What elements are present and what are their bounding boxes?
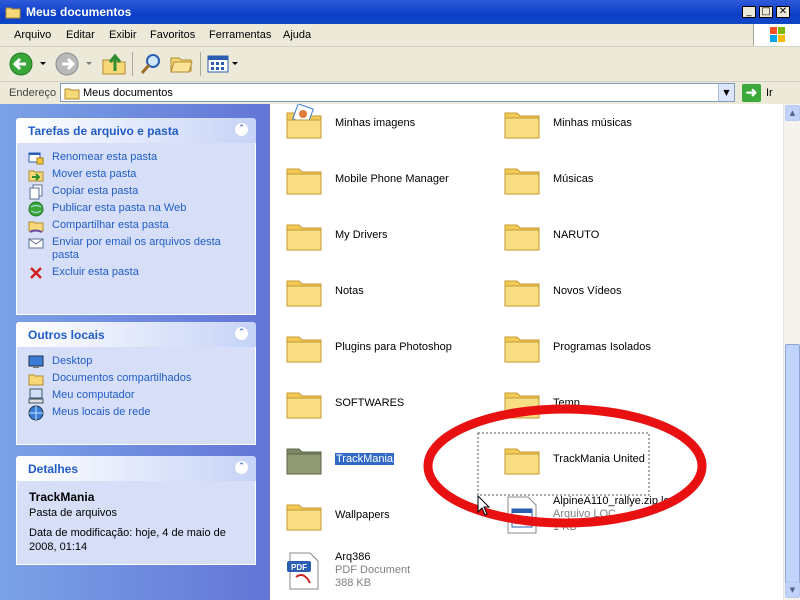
panel-body: Renomear esta pasta Mover esta pasta Cop… [16,143,256,315]
scroll-thumb[interactable] [785,344,800,584]
move-icon [28,170,44,182]
delete-icon [30,267,42,279]
other-places-panel: Outros locais ⌃ Desktop Documentos compa… [16,322,256,445]
task-label: Enviar por email os arquivos desta pasta [52,236,221,261]
place-label: Desktop [52,355,93,367]
views-button[interactable] [205,51,241,77]
red-highlight-ellipse [423,404,707,528]
menu-ferramentas[interactable]: Ferramentas [209,29,271,41]
close-button[interactable]: ✕ [776,6,790,18]
up-folder-icon [102,53,126,75]
views-icon [207,55,238,73]
task-label: Compartilhar esta pasta [52,219,169,231]
place-label: Meu computador [52,389,135,401]
rename-icon [28,152,44,165]
publish-icon [28,201,44,217]
folders-icon [170,57,193,73]
menu-exibir[interactable]: Exibir [109,29,137,41]
go-button[interactable]: ➜ [742,84,761,102]
desktop-icon [28,355,44,368]
network-icon [28,405,44,421]
task-label: Excluir esta pasta [52,266,139,278]
go-label[interactable]: Ir [766,87,773,99]
task-rename-folder[interactable]: Renomear esta pasta [17,149,255,166]
share-icon [28,221,44,233]
detail-item-name: TrackMania [29,490,95,504]
scroll-up-button[interactable]: ▲ [785,105,800,121]
panel-title: Detalhes [28,462,79,476]
task-copy-folder[interactable]: Copiar esta pasta [17,183,255,200]
file-folder-tasks-panel: Tarefas de arquivo e pasta ⌃ Renomear es… [16,118,256,315]
folder-icon [64,88,80,100]
minimize-button[interactable]: _ [742,6,756,18]
task-label: Copiar esta pasta [52,185,139,197]
back-arrow-icon [9,52,46,76]
forward-button[interactable] [54,51,96,77]
address-value: Meus documentos [83,87,173,99]
computer-icon [28,388,44,404]
folder-icon [5,7,21,19]
panel-header[interactable]: Tarefas de arquivo e pasta ⌃ [16,118,256,143]
forward-arrow-icon [55,52,92,76]
vertical-scrollbar[interactable]: ▲ ▼ [783,104,800,600]
window-title: Meus documentos [26,5,132,19]
details-panel: Detalhes ⌃ TrackMania Pasta de arquivos … [16,456,256,565]
scroll-down-button[interactable]: ▼ [785,582,800,598]
task-email-files[interactable]: Enviar por email os arquivos desta pasta [17,234,255,264]
collapse-chevron-icon[interactable]: ⌃ [234,460,249,475]
place-label: Meus locais de rede [52,406,151,418]
selection-marquee [477,432,650,496]
maximize-button[interactable]: □ [759,6,773,18]
task-label: Renomear esta pasta [52,151,158,163]
panel-body: Desktop Documentos compartilhados Meu co… [16,347,256,445]
address-label: Endereço [9,87,57,99]
windows-logo [753,24,800,46]
copy-icon [29,184,43,200]
menu-ajuda[interactable]: Ajuda [283,29,311,41]
folder-icon [28,374,44,386]
menu-arquivo[interactable]: Arquivo [14,29,51,41]
address-input[interactable]: Meus documentos ▼ [60,83,735,102]
collapse-chevron-icon[interactable]: ⌃ [234,122,249,137]
place-my-computer[interactable]: Meu computador [17,387,255,404]
file-list-view[interactable]: Minhas imagens Minhas músicas Mobile Phone… [270,104,783,600]
task-label: Publicar esta pasta na Web [52,202,187,214]
menu-editar[interactable]: Editar [66,29,95,41]
back-button[interactable] [8,51,50,77]
email-icon [28,238,44,249]
place-desktop[interactable]: Desktop [17,353,255,370]
task-move-folder[interactable]: Mover esta pasta [17,166,255,183]
windows-flag-icon [770,27,785,42]
search-button[interactable] [138,51,166,77]
panel-title: Tarefas de arquivo e pasta [28,124,179,138]
panel-body: TrackMania Pasta de arquivos Data de mod… [16,481,256,565]
address-dropdown-button[interactable]: ▼ [718,84,734,101]
toolbar [0,47,800,82]
menu-favoritos[interactable]: Favoritos [150,29,195,41]
collapse-chevron-icon[interactable]: ⌃ [234,326,249,341]
task-publish-folder[interactable]: Publicar esta pasta na Web [17,200,255,217]
address-bar: Endereço Meus documentos ▼ ➜ Ir [0,82,800,105]
task-label: Mover esta pasta [52,168,137,180]
search-icon [140,54,160,74]
folders-button[interactable] [168,51,196,77]
go-arrow-icon: ➜ [745,84,758,100]
title-bar[interactable]: Meus documentos _ □ ✕ [0,0,800,24]
annotation-overlay [423,404,707,528]
menu-bar: Arquivo Editar Exibir Favoritos Ferramen… [0,24,800,47]
panel-title: Outros locais [28,328,105,342]
detail-item-type: Pasta de arquivos [29,507,118,519]
place-shared-documents[interactable]: Documentos compartilhados [17,370,255,387]
up-folder-button[interactable] [100,51,128,77]
task-delete-folder[interactable]: Excluir esta pasta [17,264,255,281]
place-network[interactable]: Meus locais de rede [17,404,255,421]
task-pane: Tarefas de arquivo e pasta ⌃ Renomear es… [0,104,270,600]
panel-header[interactable]: Outros locais ⌃ [16,322,256,347]
panel-header[interactable]: Detalhes ⌃ [16,456,256,481]
detail-modified-date: Data de modificação: hoje, 4 de maio de … [29,527,226,553]
place-label: Documentos compartilhados [52,372,192,384]
task-share-folder[interactable]: Compartilhar esta pasta [17,217,255,234]
